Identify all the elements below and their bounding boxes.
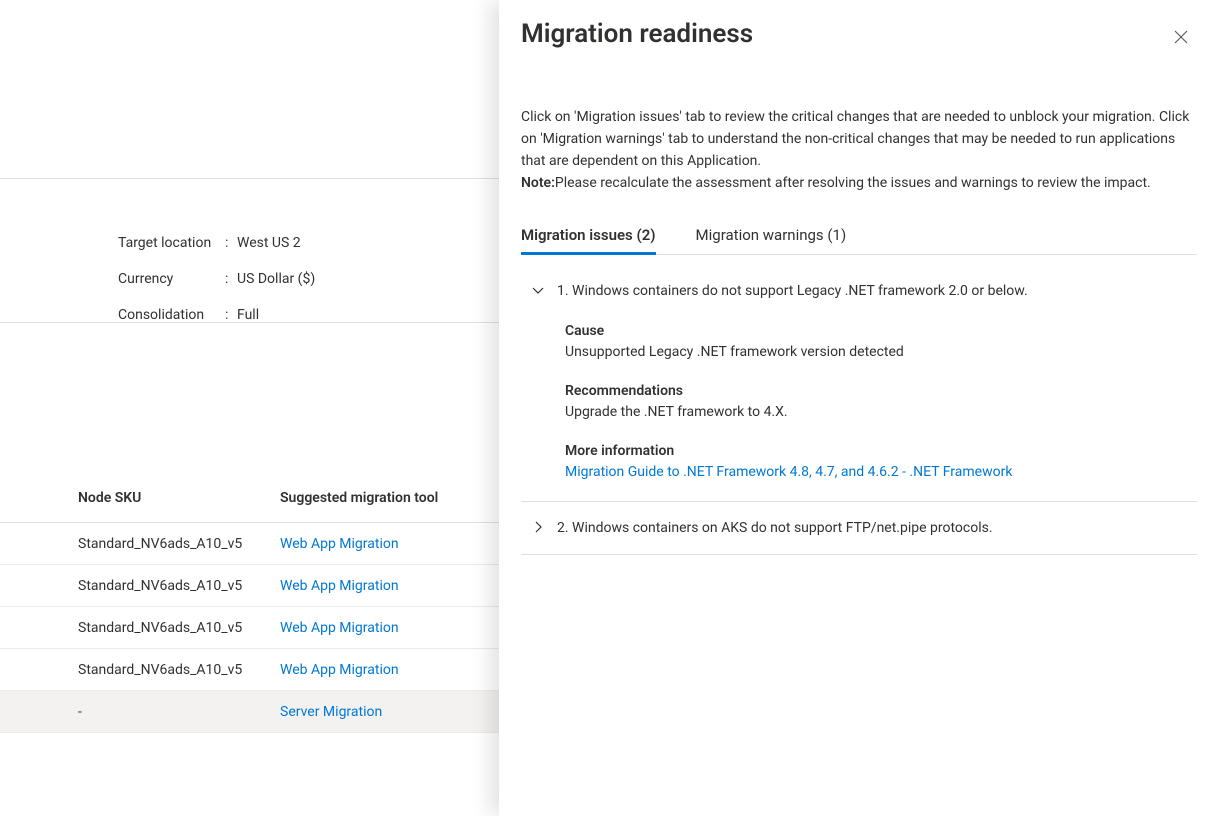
panel-title: Migration readiness [521, 18, 753, 50]
divider [0, 322, 500, 323]
issue-toggle[interactable]: 2. Windows containers on AKS do not supp… [521, 502, 1197, 554]
note-label: Note: [521, 175, 555, 191]
issue-item: 1. Windows containers do not support Leg… [521, 265, 1197, 502]
meta-value: Full [237, 297, 259, 333]
meta-currency: Currency : US Dollar ($) [118, 261, 315, 297]
section-label: More information [565, 441, 1197, 461]
table-row[interactable]: Standard_NV6ads_A10_v5 Web App Migration [0, 565, 500, 607]
chevron-right-icon [531, 520, 547, 536]
meta-label: Currency [118, 261, 225, 297]
tab-migration-warnings[interactable]: Migration warnings (1) [696, 226, 847, 254]
issue-title: 1. Windows containers do not support Leg… [557, 281, 1028, 301]
cell-sku: Standard_NV6ads_A10_v5 [0, 536, 280, 552]
close-button[interactable] [1165, 22, 1197, 54]
issue-toggle[interactable]: 1. Windows containers do not support Leg… [521, 265, 1197, 317]
cell-sku: - [0, 704, 280, 720]
section-text: Unsupported Legacy .NET framework versio… [565, 341, 1197, 363]
description-text: Click on 'Migration issues' tab to revie… [521, 109, 1189, 169]
divider [0, 178, 500, 179]
issue-cause: Cause Unsupported Legacy .NET framework … [565, 321, 1197, 363]
chevron-down-icon [531, 283, 547, 299]
migration-tool-link[interactable]: Web App Migration [280, 620, 500, 636]
issue-body: Cause Unsupported Legacy .NET framework … [521, 321, 1197, 501]
close-icon [1174, 30, 1188, 47]
section-text: Upgrade the .NET framework to 4.X. [565, 401, 1197, 423]
meta-label: Consolidation [118, 297, 225, 333]
table-row[interactable]: Standard_NV6ads_A10_v5 Web App Migration [0, 523, 500, 565]
issue-recommendations: Recommendations Upgrade the .NET framewo… [565, 381, 1197, 423]
issue-title: 2. Windows containers on AKS do not supp… [557, 518, 993, 538]
meta-label: Target location [118, 225, 225, 261]
meta-value: West US 2 [237, 225, 301, 261]
cell-sku: Standard_NV6ads_A10_v5 [0, 578, 280, 594]
meta-consolidation: Consolidation : Full [118, 297, 315, 333]
meta-colon: : [225, 261, 237, 297]
results-table: Node SKU Suggested migration tool Standa… [0, 490, 500, 733]
tab-migration-issues[interactable]: Migration issues (2) [521, 226, 656, 254]
meta-value: US Dollar ($) [237, 261, 315, 297]
panel-header: Migration readiness [521, 18, 1197, 54]
table-row[interactable]: Standard_NV6ads_A10_v5 Web App Migration [0, 607, 500, 649]
table-row[interactable]: Standard_NV6ads_A10_v5 Web App Migration [0, 649, 500, 691]
cell-sku: Standard_NV6ads_A10_v5 [0, 662, 280, 678]
table-row[interactable]: - Server Migration [0, 691, 500, 733]
assessment-metadata: Target location : West US 2 Currency : U… [118, 225, 315, 333]
column-header-tool[interactable]: Suggested migration tool [280, 490, 500, 506]
cell-sku: Standard_NV6ads_A10_v5 [0, 620, 280, 636]
panel-description: Click on 'Migration issues' tab to revie… [521, 106, 1197, 194]
note-text: Please recalculate the assessment after … [555, 175, 1151, 191]
migration-tool-link[interactable]: Web App Migration [280, 536, 500, 552]
issue-list: 1. Windows containers do not support Leg… [521, 265, 1197, 555]
section-label: Recommendations [565, 381, 1197, 401]
meta-colon: : [225, 297, 237, 333]
migration-tool-link[interactable]: Server Migration [280, 704, 500, 720]
section-label: Cause [565, 321, 1197, 341]
meta-target-location: Target location : West US 2 [118, 225, 315, 261]
issue-item: 2. Windows containers on AKS do not supp… [521, 502, 1197, 555]
column-header-sku[interactable]: Node SKU [0, 490, 280, 506]
more-info-link[interactable]: Migration Guide to .NET Framework 4.8, 4… [565, 461, 1197, 483]
meta-colon: : [225, 225, 237, 261]
migration-readiness-panel: Migration readiness Click on 'Migration … [499, 0, 1211, 816]
issue-more-info: More information Migration Guide to .NET… [565, 441, 1197, 483]
tabs: Migration issues (2) Migration warnings … [521, 226, 1197, 255]
migration-tool-link[interactable]: Web App Migration [280, 662, 500, 678]
table-header: Node SKU Suggested migration tool [0, 490, 500, 523]
migration-tool-link[interactable]: Web App Migration [280, 578, 500, 594]
